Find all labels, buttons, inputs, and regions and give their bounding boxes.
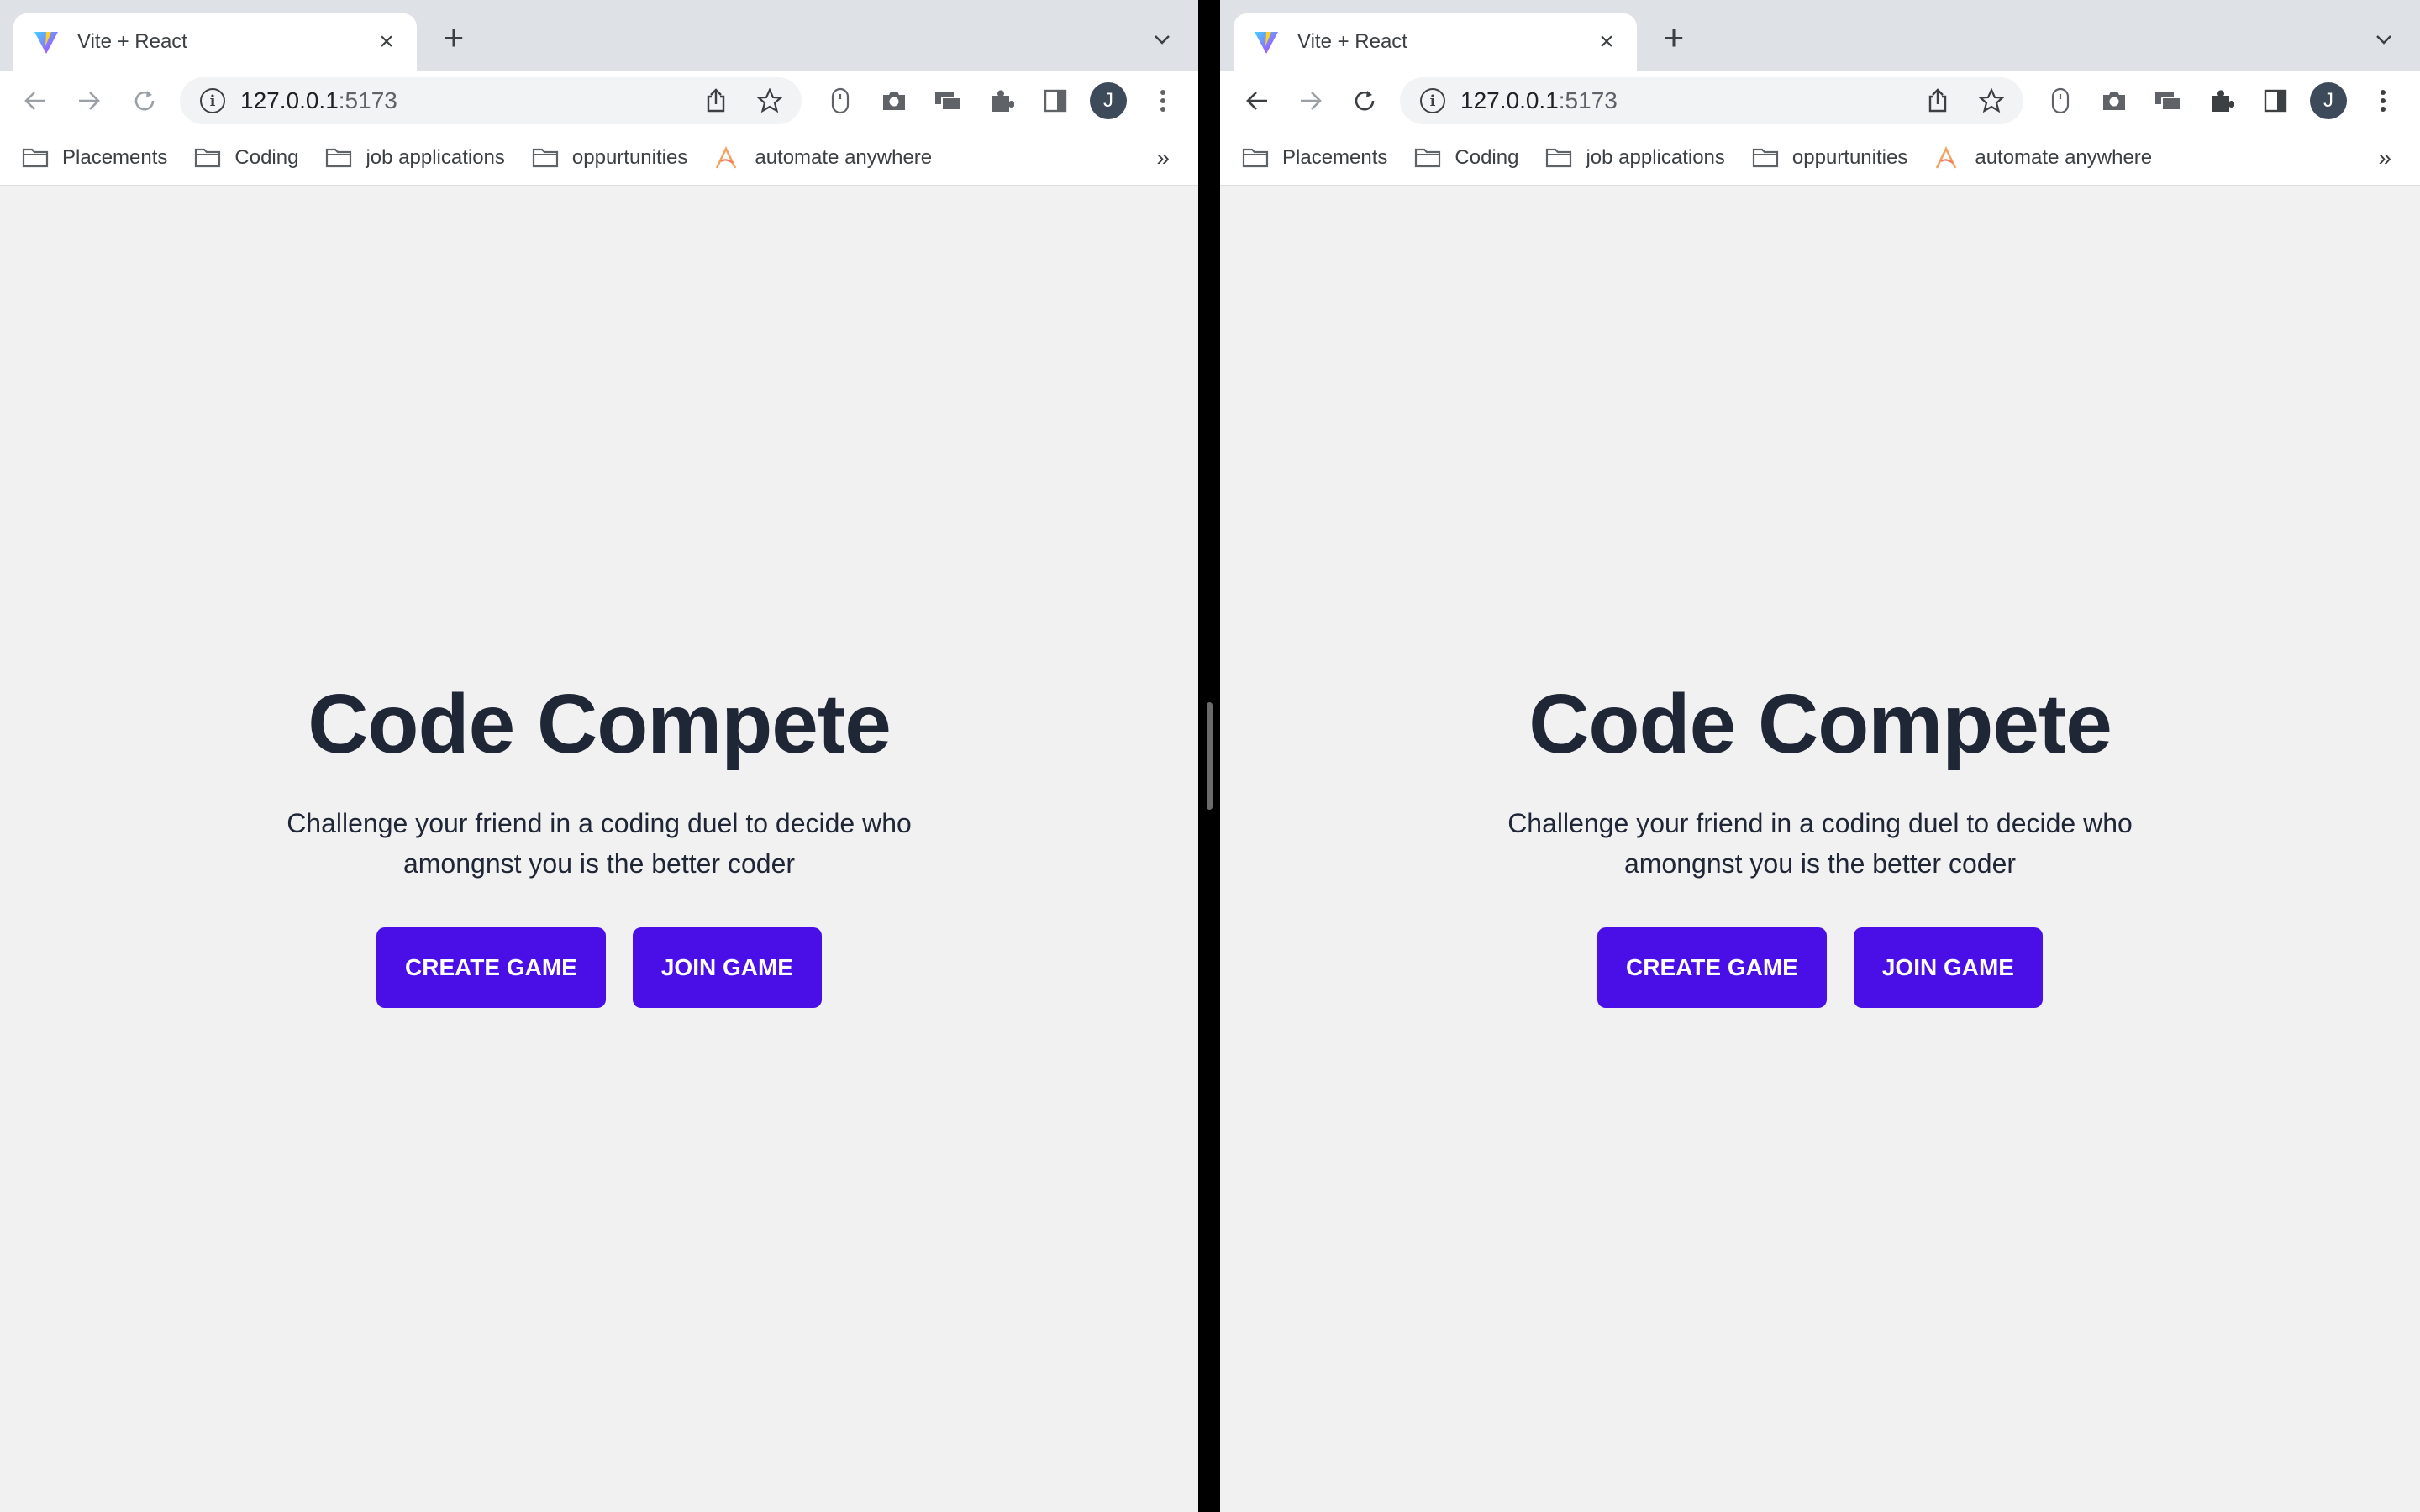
bookmark-star-icon[interactable] <box>755 86 785 116</box>
address-bar[interactable]: i 127.0.0.1:5173 <box>180 77 802 124</box>
bookmark-placements[interactable]: Placements <box>1242 146 1387 170</box>
bookmark-label: oppurtunities <box>571 146 688 169</box>
browser-window-left: Vite + React × + i 127.0.0.1:5173 J Plac… <box>0 0 1198 1512</box>
browser-tab[interactable]: Vite + React × <box>1234 13 1637 71</box>
chevron-down-icon[interactable] <box>2370 25 2398 54</box>
hero-section: Code Compete Challenge your friend in a … <box>1220 682 2420 1008</box>
bookmark-label: oppurtunities <box>1791 146 1908 169</box>
folder-icon <box>325 147 354 169</box>
bookmark-label: Placements <box>62 146 168 169</box>
bookmark-label: automate anywhere <box>1975 146 2153 169</box>
site-info-icon[interactable]: i <box>1420 88 1445 113</box>
page-title: Code Compete <box>1528 677 2112 771</box>
divider-handle[interactable] <box>1207 702 1213 810</box>
screen-share-icon[interactable] <box>2153 86 2183 116</box>
more-bookmarks-icon[interactable]: » <box>2378 144 2391 171</box>
bookmarks-bar: Placements Coding job applications oppur… <box>1220 131 2420 186</box>
bookmark-label: Coding <box>234 146 299 169</box>
folder-icon <box>1545 147 1574 169</box>
new-tab-icon[interactable]: + <box>437 20 471 55</box>
folder-icon <box>532 147 560 169</box>
bookmark-automate-anywhere[interactable]: automate anywhere <box>1934 146 2152 170</box>
folder-icon <box>22 147 50 169</box>
folder-icon <box>1752 147 1781 169</box>
bookmark-coding[interactable]: Coding <box>194 146 298 170</box>
camera-icon[interactable] <box>879 86 909 116</box>
chevron-down-icon[interactable] <box>1148 25 1176 54</box>
button-group: CREATE GAME JOIN GAME <box>1220 927 2420 1008</box>
url-text[interactable]: 127.0.0.1:5173 <box>1460 87 1899 114</box>
page-content: Code Compete Challenge your friend in a … <box>0 186 1198 1512</box>
extensions-puzzle-icon[interactable] <box>2207 86 2237 116</box>
mouse-extension-icon[interactable] <box>825 86 855 116</box>
automation-anywhere-icon <box>714 146 743 169</box>
vite-icon <box>1254 28 1282 56</box>
page-content: Code Compete Challenge your friend in a … <box>1220 186 2420 1512</box>
create-game-button[interactable]: CREATE GAME <box>1597 927 1827 1008</box>
page-description: Challenge your friend in a coding duel t… <box>1507 808 2133 879</box>
bookmark-star-icon[interactable] <box>1976 86 2007 116</box>
forward-arrow-icon[interactable] <box>1296 86 1326 116</box>
tab-strip: Vite + React × + <box>1220 0 2420 71</box>
folder-icon <box>1242 147 1270 169</box>
back-arrow-icon[interactable] <box>20 86 50 116</box>
forward-arrow-icon[interactable] <box>74 86 104 116</box>
bookmark-coding[interactable]: Coding <box>1414 146 1518 170</box>
side-panel-icon[interactable] <box>2260 86 2291 116</box>
menu-dots-icon[interactable] <box>1148 86 1178 116</box>
automation-anywhere-icon <box>1934 146 1963 169</box>
page-title: Code Compete <box>308 677 892 771</box>
browser-window-right: Vite + React × + i 127.0.0.1:5173 J Plac… <box>1220 0 2420 1512</box>
tab-title: Vite + React <box>77 30 187 53</box>
more-bookmarks-icon[interactable]: » <box>1156 144 1170 171</box>
hero-section: Code Compete Challenge your friend in a … <box>0 682 1198 1008</box>
bookmark-label: Placements <box>1282 146 1388 169</box>
join-game-button[interactable]: JOIN GAME <box>1853 927 2043 1008</box>
browser-tab[interactable]: Vite + React × <box>13 13 417 71</box>
vite-icon <box>34 28 62 56</box>
bookmark-label: Coding <box>1455 146 1519 169</box>
close-tab-icon[interactable]: × <box>1591 27 1622 57</box>
mouse-extension-icon[interactable] <box>2045 86 2075 116</box>
url-text[interactable]: 127.0.0.1:5173 <box>240 87 677 114</box>
camera-icon[interactable] <box>2099 86 2129 116</box>
profile-avatar[interactable]: J <box>2310 82 2347 119</box>
folder-icon <box>1414 147 1443 169</box>
new-tab-icon[interactable]: + <box>1657 20 1691 55</box>
button-group: CREATE GAME JOIN GAME <box>0 927 1198 1008</box>
split-view-divider[interactable] <box>1198 0 1220 1512</box>
create-game-button[interactable]: CREATE GAME <box>376 927 606 1008</box>
share-icon[interactable] <box>701 86 731 116</box>
page-description: Challenge your friend in a coding duel t… <box>287 808 912 879</box>
join-game-button[interactable]: JOIN GAME <box>632 927 822 1008</box>
reload-icon[interactable] <box>129 86 160 116</box>
profile-avatar[interactable]: J <box>1090 82 1127 119</box>
reload-icon[interactable] <box>1349 86 1380 116</box>
browser-toolbar: i 127.0.0.1:5173 J <box>1220 71 2420 131</box>
extensions-puzzle-icon[interactable] <box>986 86 1017 116</box>
close-tab-icon[interactable]: × <box>371 27 402 57</box>
bookmark-label: job applications <box>366 146 505 169</box>
bookmark-job-applications[interactable]: job applications <box>325 146 505 170</box>
bookmark-oppurtunities[interactable]: oppurtunities <box>532 146 687 170</box>
back-arrow-icon[interactable] <box>1242 86 1272 116</box>
bookmark-job-applications[interactable]: job applications <box>1545 146 1725 170</box>
bookmark-oppurtunities[interactable]: oppurtunities <box>1752 146 1907 170</box>
folder-icon <box>194 147 223 169</box>
screen-share-icon[interactable] <box>933 86 963 116</box>
browser-toolbar: i 127.0.0.1:5173 J <box>0 71 1198 131</box>
site-info-icon[interactable]: i <box>200 88 225 113</box>
bookmarks-bar: Placements Coding job applications oppur… <box>0 131 1198 186</box>
bookmark-label: job applications <box>1586 146 1725 169</box>
tab-title: Vite + React <box>1297 30 1407 53</box>
bookmark-automate-anywhere[interactable]: automate anywhere <box>714 146 932 170</box>
bookmark-placements[interactable]: Placements <box>22 146 167 170</box>
menu-dots-icon[interactable] <box>2368 86 2398 116</box>
bookmark-label: automate anywhere <box>755 146 933 169</box>
side-panel-icon[interactable] <box>1040 86 1071 116</box>
tab-strip: Vite + React × + <box>0 0 1198 71</box>
share-icon[interactable] <box>1923 86 1953 116</box>
address-bar[interactable]: i 127.0.0.1:5173 <box>1400 77 2023 124</box>
